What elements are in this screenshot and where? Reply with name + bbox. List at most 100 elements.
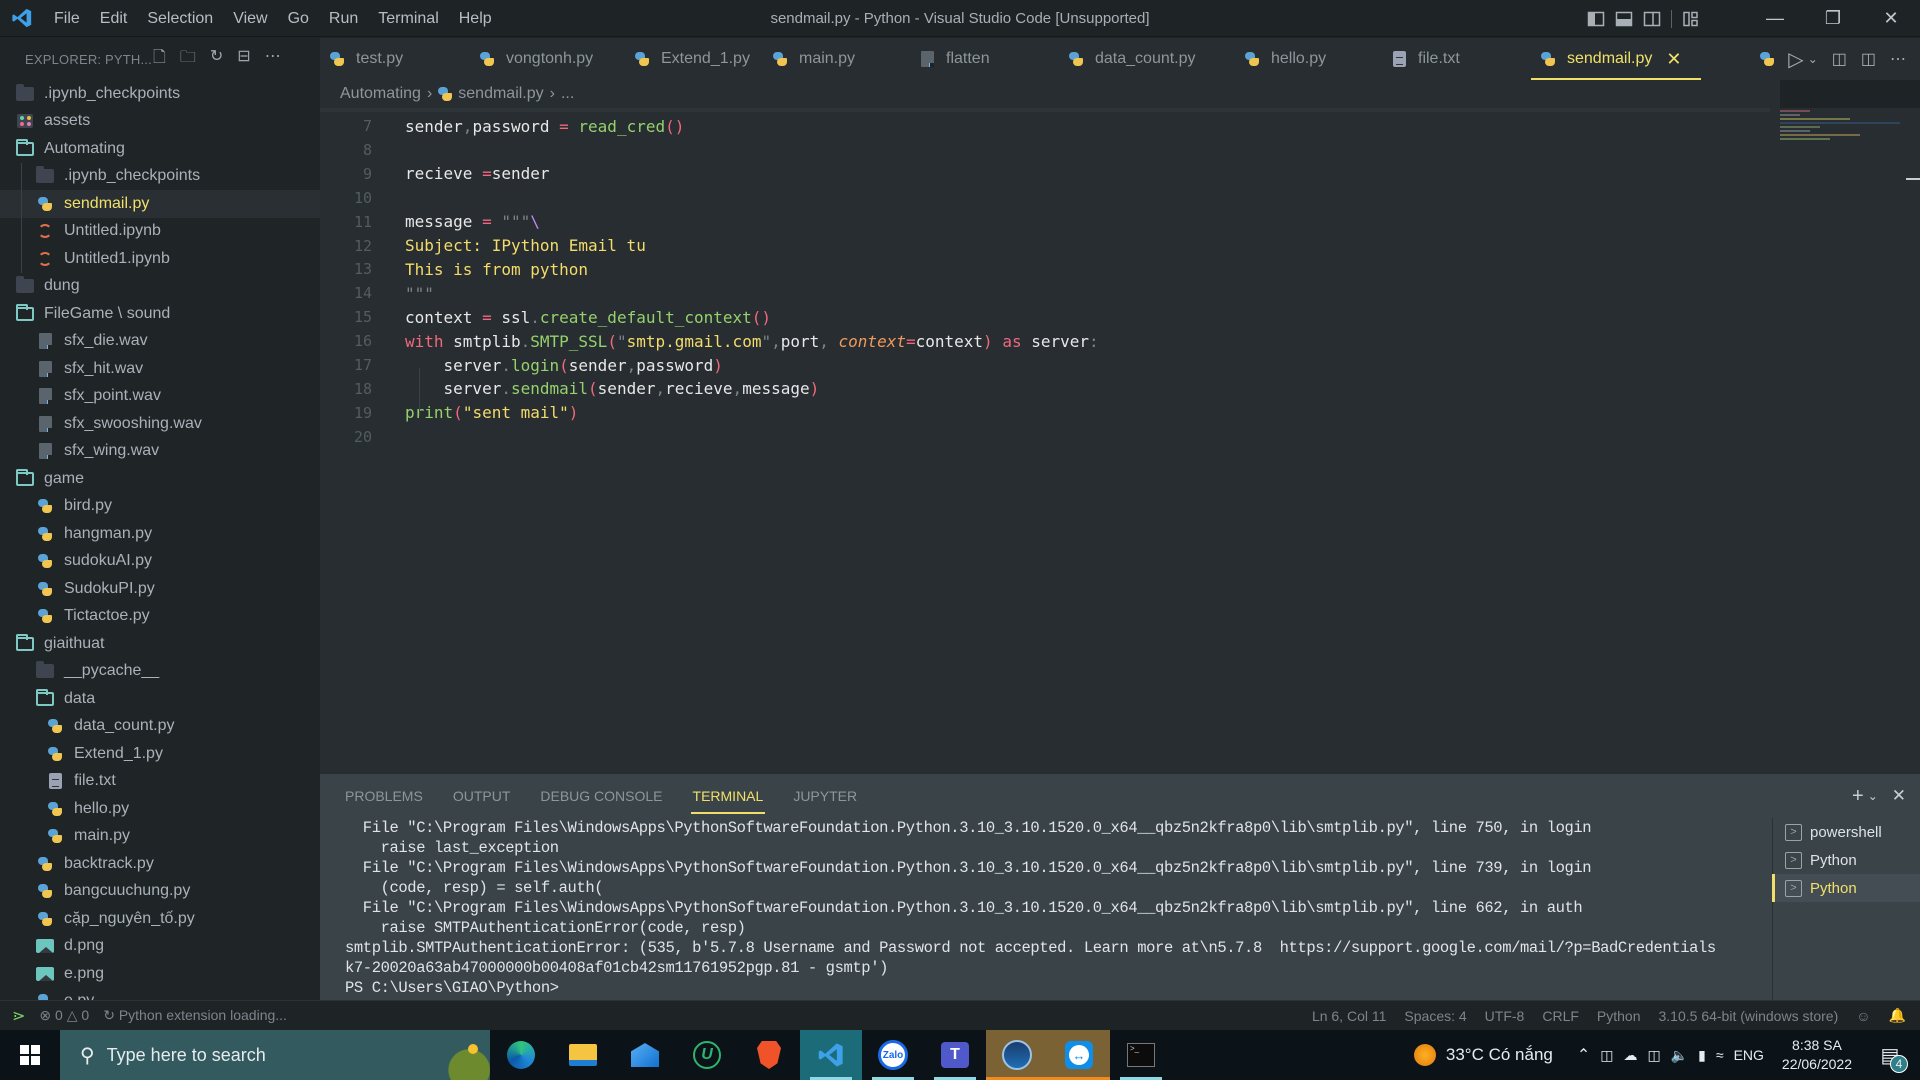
code-line[interactable]: 13 This is from python: [320, 257, 1770, 281]
input-language[interactable]: ENG: [1734, 1047, 1764, 1063]
toggle-secondary-sidebar-icon[interactable]: [1643, 10, 1661, 28]
breadcrumb-file[interactable]: sendmail.py: [458, 85, 543, 103]
tree-file[interactable]: e.png: [0, 960, 320, 988]
new-file-icon[interactable]: 🗋: [153, 46, 166, 73]
tree-file[interactable]: hangman.py: [0, 520, 320, 548]
minimap[interactable]: [1780, 108, 1900, 168]
panel-tab-problems[interactable]: PROBLEMS: [345, 774, 423, 818]
onedrive-error-icon[interactable]: ☁: [1624, 1047, 1638, 1064]
tree-file[interactable]: sfx_swooshing.wav: [0, 410, 320, 438]
wifi-icon[interactable]: ≈: [1716, 1047, 1724, 1063]
taskbar-teams[interactable]: T: [924, 1030, 986, 1080]
menu-view[interactable]: View: [223, 0, 277, 37]
panel-tab-terminal[interactable]: TERMINAL: [690, 774, 766, 818]
remote-indicator-icon[interactable]: ⋗: [12, 1006, 25, 1026]
toggle-panel-icon[interactable]: [1615, 10, 1633, 28]
volume-icon[interactable]: 🔈: [1671, 1047, 1688, 1064]
menu-help[interactable]: Help: [449, 0, 502, 37]
notifications-bell-icon[interactable]: 🔔: [1889, 1007, 1906, 1024]
minimize-button[interactable]: —: [1746, 0, 1804, 37]
panel-tab-debug-console[interactable]: DEBUG CONSOLE: [540, 774, 662, 818]
cursor-position[interactable]: Ln 6, Col 11: [1312, 1008, 1386, 1024]
tree-file[interactable]: sfx_die.wav: [0, 328, 320, 356]
taskbar-steam[interactable]: [986, 1030, 1048, 1080]
tree-folder[interactable]: .ipynb_checkpoints: [0, 80, 320, 108]
taskbar-utorrent[interactable]: U: [676, 1030, 738, 1080]
taskbar-mail[interactable]: [614, 1030, 676, 1080]
taskbar-edge[interactable]: [490, 1030, 552, 1080]
encoding[interactable]: UTF-8: [1485, 1008, 1525, 1024]
toggle-primary-sidebar-icon[interactable]: [1587, 10, 1605, 28]
tree-file[interactable]: SudokuPI.py: [0, 575, 320, 603]
tree-file[interactable]: sendmail.py: [0, 190, 320, 218]
tree-file[interactable]: file.txt: [0, 768, 320, 796]
show-hidden-icons-icon[interactable]: ⌃: [1577, 1045, 1590, 1065]
tab-test-py[interactable]: test.py: [320, 38, 470, 80]
tree-file[interactable]: Untitled1.ipynb: [0, 245, 320, 273]
tab-file-txt[interactable]: file.txt: [1383, 38, 1531, 80]
new-folder-icon[interactable]: 🗀: [180, 46, 196, 73]
menu-edit[interactable]: Edit: [90, 0, 138, 37]
code-line[interactable]: 12 Subject: IPython Email tu: [320, 234, 1770, 258]
run-dropdown-chevron-icon[interactable]: ⌄: [1808, 52, 1818, 66]
terminal-instance[interactable]: > Python: [1773, 846, 1920, 874]
tree-file[interactable]: e.py: [0, 988, 320, 1000]
tree-folder[interactable]: __pycache__: [0, 658, 320, 686]
taskbar-brave[interactable]: [738, 1030, 800, 1080]
tree-file[interactable]: cặp_nguyên_tố.py: [0, 905, 320, 933]
tree-file[interactable]: bangcuuchung.py: [0, 878, 320, 906]
tree-file[interactable]: sudokuAI.py: [0, 548, 320, 576]
clock[interactable]: 8:38 SA 22/06/2022: [1782, 1036, 1852, 1074]
tree-file[interactable]: d.png: [0, 933, 320, 961]
start-button[interactable]: [0, 1030, 60, 1080]
tree-folder[interactable]: FileGame \ sound: [0, 300, 320, 328]
tab-vongtonh-py[interactable]: vongtonh.py: [470, 38, 625, 80]
taskbar-teamviewer[interactable]: ↔: [1048, 1030, 1110, 1080]
editor-more-actions-icon[interactable]: ⋯: [1890, 49, 1906, 69]
code-editor[interactable]: 7 sender,password = read_cred() 8 9 recieve …: [320, 108, 1920, 774]
menu-terminal[interactable]: Terminal: [368, 0, 448, 37]
tab-extend-1-py[interactable]: Extend_1.py: [625, 38, 763, 80]
code-line[interactable]: 14 """: [320, 281, 1770, 305]
taskbar-file-explorer[interactable]: [552, 1030, 614, 1080]
tree-file[interactable]: sfx_hit.wav: [0, 355, 320, 383]
taskbar-search[interactable]: ⚲ Type here to search: [60, 1030, 490, 1080]
code-line[interactable]: 9 recieve =sender: [320, 162, 1770, 186]
scrollbar-thumb[interactable]: [1906, 178, 1920, 180]
menu-go[interactable]: Go: [278, 0, 319, 37]
breadcrumb-folder[interactable]: Automating: [340, 85, 421, 103]
taskbar-terminal[interactable]: >_: [1110, 1030, 1172, 1080]
terminal-instance[interactable]: > powershell: [1773, 818, 1920, 846]
tree-file[interactable]: main.py: [0, 823, 320, 851]
python-interpreter[interactable]: 3.10.5 64-bit (windows store): [1659, 1008, 1839, 1024]
tab-data-count-py[interactable]: data_count.py: [1059, 38, 1235, 80]
code-line[interactable]: 18 server.sendmail(sender,recieve,messag…: [320, 377, 1770, 401]
split-editor-icon[interactable]: ◫: [1861, 49, 1876, 69]
tree-file[interactable]: sfx_point.wav: [0, 383, 320, 411]
terminal-output[interactable]: File "C:\Program Files\WindowsApps\Pytho…: [345, 818, 1765, 998]
run-python-file-icon[interactable]: ▷: [1788, 47, 1803, 72]
tree-folder[interactable]: assets: [0, 108, 320, 136]
code-line[interactable]: 10: [320, 186, 1770, 210]
tree-folder[interactable]: dung: [0, 273, 320, 301]
tree-file[interactable]: backtrack.py: [0, 850, 320, 878]
terminal-profile-chevron-icon[interactable]: ⌄: [1868, 789, 1878, 803]
meet-now-icon[interactable]: ◫: [1600, 1047, 1613, 1064]
collapse-all-icon[interactable]: ⊟: [237, 46, 250, 73]
close-window-button[interactable]: ✕: [1862, 0, 1920, 37]
close-panel-icon[interactable]: ✕: [1892, 786, 1906, 806]
tree-file[interactable]: Tictactoe.py: [0, 603, 320, 631]
tree-file[interactable]: Extend_1.py: [0, 740, 320, 768]
terminal-instance[interactable]: > Python: [1772, 874, 1920, 902]
panel-tab-jupyter[interactable]: JUPYTER: [793, 774, 857, 818]
update-icon[interactable]: ◫: [1648, 1047, 1661, 1064]
weather-widget[interactable]: 33°C Có nắng: [1446, 1045, 1553, 1065]
code-line[interactable]: 11 message = """\: [320, 210, 1770, 234]
close-tab-icon[interactable]: ✕: [1666, 49, 1681, 70]
problems-indicator[interactable]: ⊗ 0 △ 0: [39, 1007, 89, 1024]
tree-file[interactable]: data_count.py: [0, 713, 320, 741]
restore-button[interactable]: ❐: [1804, 0, 1862, 37]
action-center-button[interactable]: ▤ 4: [1870, 1035, 1910, 1075]
tree-folder[interactable]: game: [0, 465, 320, 493]
code-line[interactable]: 8: [320, 138, 1770, 162]
